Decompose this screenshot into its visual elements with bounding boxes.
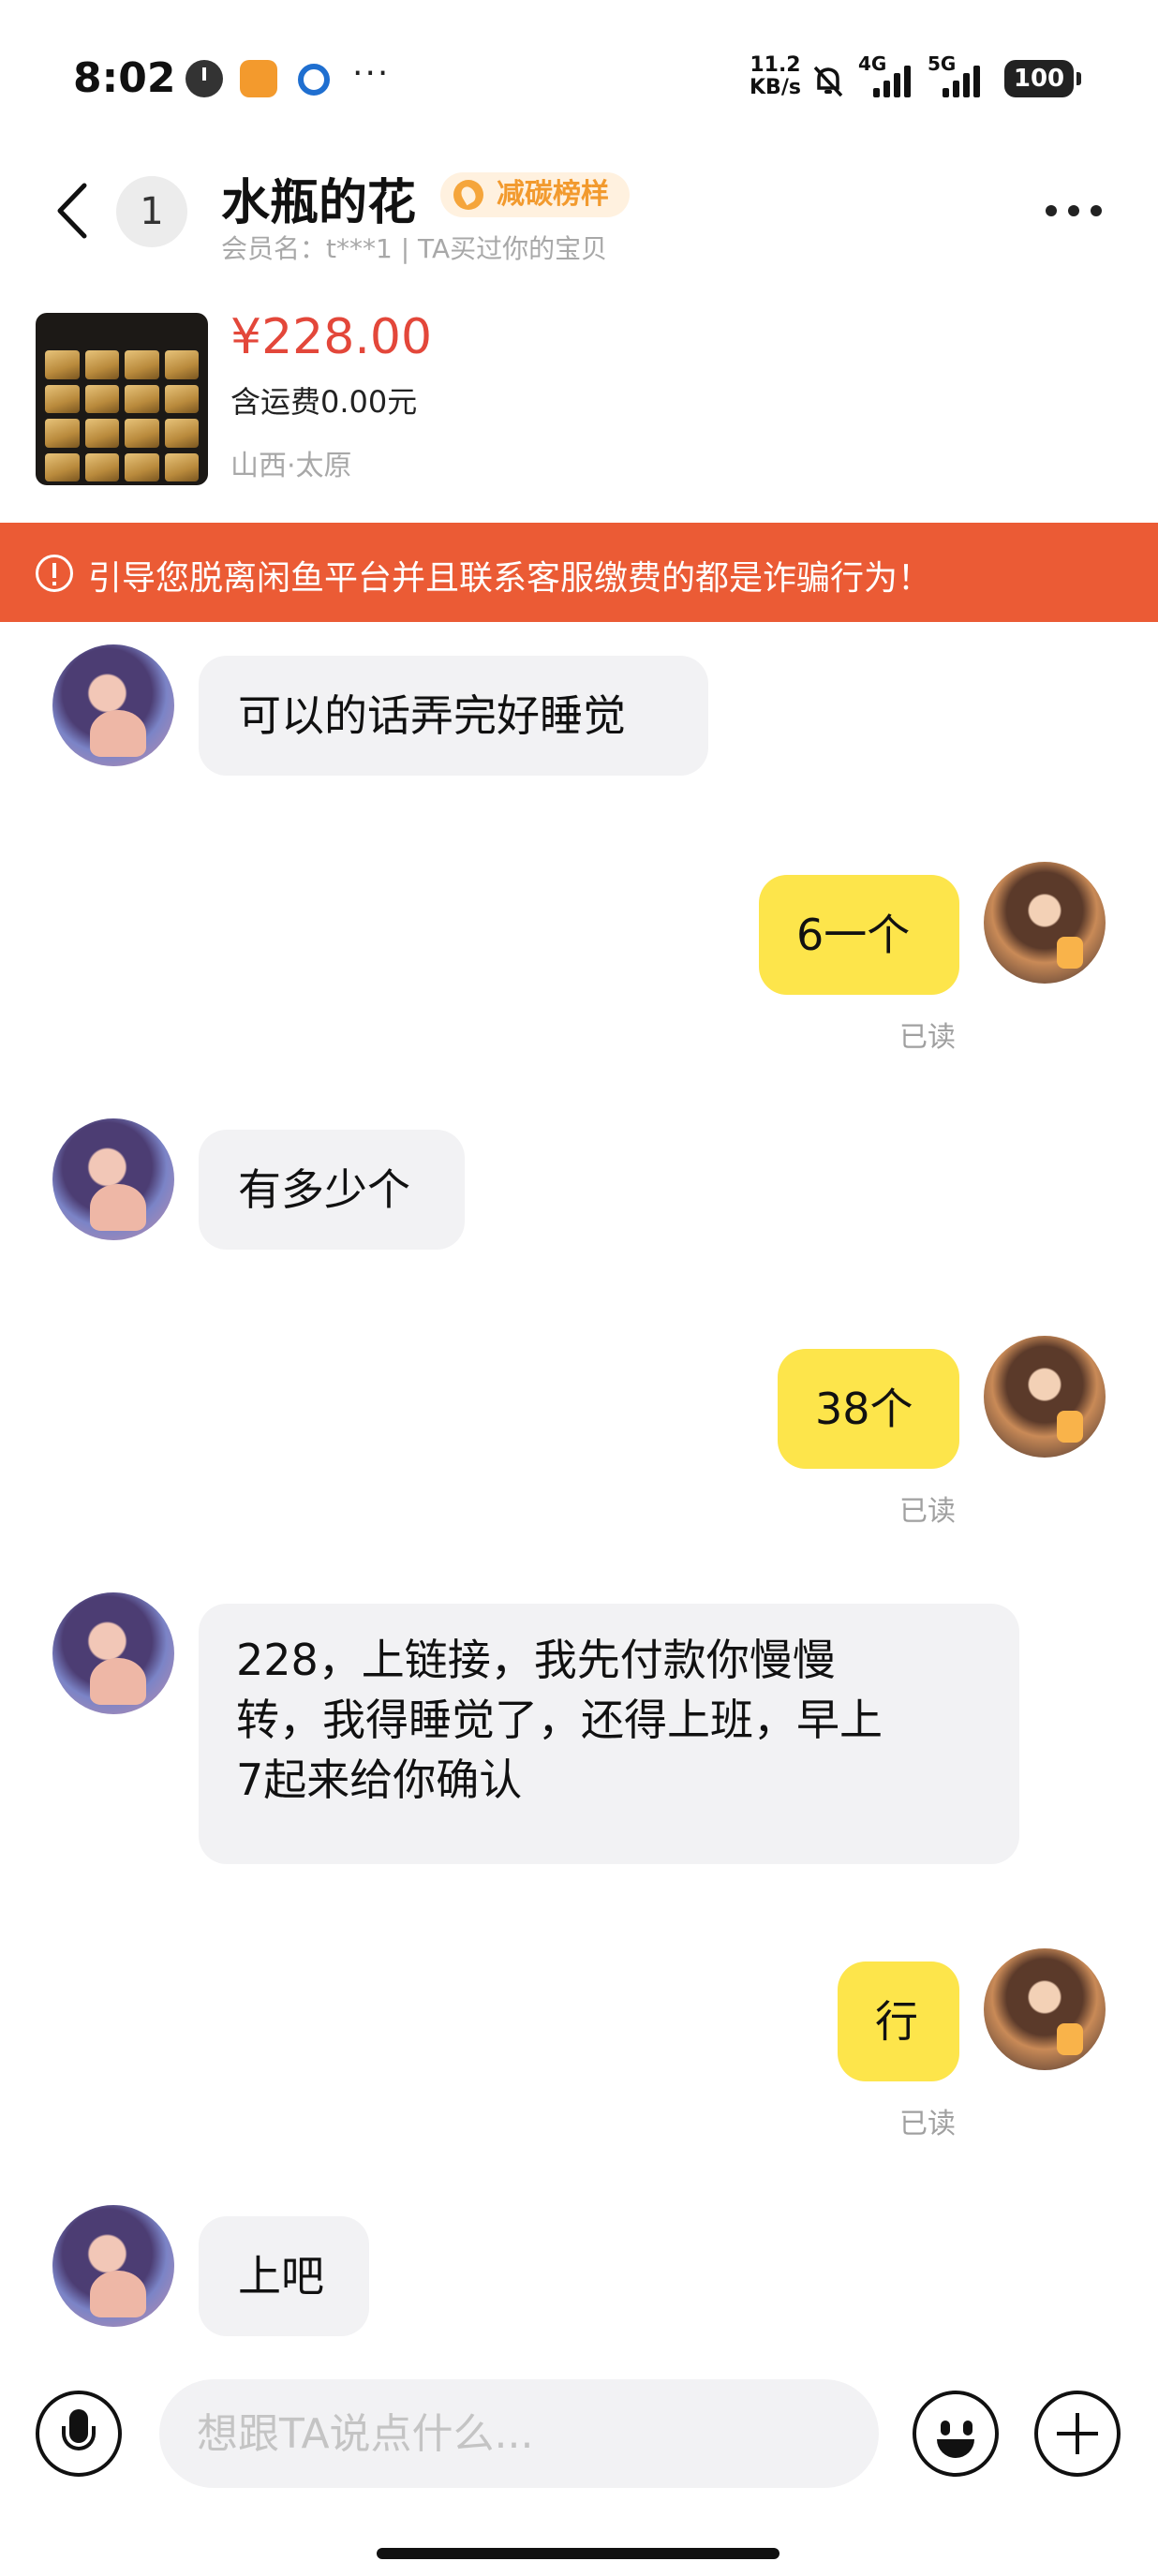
leaf-icon <box>453 180 483 210</box>
message-bubble-sent[interactable]: 行 <box>838 1962 959 2081</box>
carbon-reduction-tag[interactable]: 减碳榜样 <box>440 172 630 217</box>
my-avatar[interactable] <box>984 1948 1106 2070</box>
fraud-warning-banner: 引导您脱离闲鱼平台并且联系客服缴费的都是诈骗行为！ <box>0 523 1158 622</box>
emoji-eye-icon <box>941 2421 950 2435</box>
message-line: 228，上链接，我先付款你慢慢 <box>236 1635 836 1685</box>
product-thumbnail[interactable] <box>36 313 208 485</box>
more-dot-icon <box>1068 205 1079 216</box>
battery-icon: 100 <box>1004 60 1081 97</box>
more-dot-icon <box>1046 205 1057 216</box>
net-speed-unit: KB/s <box>750 76 801 99</box>
contact-avatar[interactable] <box>52 2205 174 2327</box>
emoji-mouth-icon <box>937 2439 974 2458</box>
my-avatar[interactable] <box>984 1336 1106 1458</box>
emoji-button[interactable] <box>913 2391 999 2477</box>
read-receipt: 已读 <box>899 2108 956 2140</box>
message-line: 转，我得睡觉了，还得上班，早上 <box>236 1695 883 1745</box>
my-avatar[interactable] <box>984 862 1106 984</box>
more-dot-icon <box>1091 205 1102 216</box>
contact-avatar[interactable] <box>52 1118 174 1240</box>
message-bubble-received[interactable]: 有多少个 <box>199 1130 465 1250</box>
orange-app-icon <box>240 60 277 97</box>
read-receipt: 已读 <box>899 1021 956 1054</box>
net-speed-value: 11.2 <box>750 53 801 77</box>
product-image-grid <box>45 350 199 481</box>
signal-5g-icon: 5G <box>928 52 993 97</box>
signal-4g-icon: 4G <box>858 52 914 97</box>
message-bubble-received[interactable]: 可以的话弄完好睡觉 <box>199 656 708 776</box>
product-location: 山西·太原 <box>230 450 352 482</box>
contact-name[interactable]: 水瓶的花 <box>221 163 416 233</box>
message-bubble-sent[interactable]: 6一个 <box>759 875 959 995</box>
home-indicator[interactable] <box>377 2548 779 2559</box>
contact-avatar[interactable] <box>52 1592 174 1714</box>
product-price[interactable]: ¥228.00 <box>230 309 432 365</box>
message-line: 7起来给你确认 <box>236 1754 523 1805</box>
clock-icon <box>186 60 223 97</box>
message-input[interactable] <box>159 2379 879 2488</box>
more-actions-button[interactable] <box>1034 2391 1121 2477</box>
read-receipt: 已读 <box>899 1495 956 1528</box>
tag-label: 减碳榜样 <box>497 178 609 211</box>
status-bar: 8:02 ··· 11.2 KB/s 4G 5G 100 <box>0 0 1158 159</box>
member-info: 会员名：t***1 | TA买过你的宝贝 <box>221 233 608 264</box>
message-bubble-received[interactable]: 上吧 <box>199 2216 369 2336</box>
mute-bell-icon <box>813 66 843 97</box>
more-options-button[interactable] <box>1046 197 1111 225</box>
contact-avatar[interactable] <box>52 644 174 766</box>
shipping-info: 含运费0.00元 <box>230 384 418 420</box>
warning-text: 引导您脱离闲鱼平台并且联系客服缴费的都是诈骗行为！ <box>88 559 932 598</box>
blue-app-icon <box>298 64 330 96</box>
status-time: 8:02 <box>73 54 176 102</box>
net-speed: 11.2 KB/s <box>750 54 801 99</box>
emoji-eye-icon <box>963 2421 972 2435</box>
message-bubble-received[interactable]: 228，上链接，我先付款你慢慢 转，我得睡觉了，还得上班，早上 7起来给你确认 <box>199 1604 1019 1864</box>
unread-count-badge[interactable]: 1 <box>116 176 187 247</box>
back-button[interactable] <box>47 178 103 244</box>
status-more-icon: ··· <box>352 54 391 93</box>
voice-input-button[interactable] <box>36 2391 122 2477</box>
warning-icon <box>36 555 73 592</box>
message-bubble-sent[interactable]: 38个 <box>778 1349 959 1469</box>
